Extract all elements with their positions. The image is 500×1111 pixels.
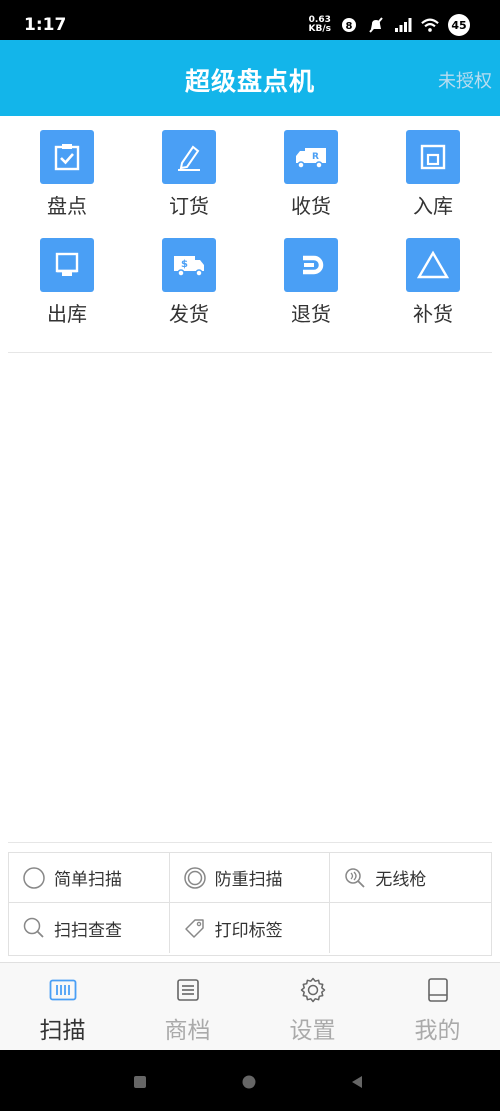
section-divider (8, 842, 492, 843)
wireless-scanner-icon (343, 866, 367, 890)
mute-bell-icon (367, 16, 385, 34)
option-label: 无线枪 (375, 870, 427, 890)
warehouse-out-icon (40, 238, 94, 292)
wifi-icon (421, 16, 439, 34)
scan-options-grid: 简单扫描 防重扫描 无线枪 扫扫查查 打印标签 (8, 852, 492, 956)
barcode-scan-icon (48, 975, 78, 1005)
nav-tab-scan[interactable]: 扫描 (0, 963, 125, 1050)
shipping-truck-icon: $ (162, 238, 216, 292)
search-icon (22, 916, 46, 940)
app-header: 超级盘点机 未授权 (0, 40, 500, 116)
function-label: 补货 (413, 302, 453, 326)
nav-tab-mine[interactable]: 我的 (375, 963, 500, 1050)
book-icon (423, 975, 453, 1005)
function-receive[interactable]: R 收货 (250, 130, 372, 228)
page-title: 超级盘点机 (184, 67, 315, 96)
nav-label: 扫描 (39, 1018, 86, 1044)
nav-tab-products[interactable]: 商档 (125, 963, 250, 1050)
network-speed: 0.63 KB/s (309, 16, 331, 34)
clipboard-check-icon (40, 130, 94, 184)
function-stock-in[interactable]: 入库 (372, 130, 494, 228)
option-dedup-scan[interactable]: 防重扫描 (169, 853, 331, 903)
bottom-navigation: 扫描 商档 设置 我的 (0, 962, 500, 1050)
svg-text:$: $ (181, 259, 188, 270)
nav-tab-settings[interactable]: 设置 (250, 963, 375, 1050)
option-empty-cell (330, 903, 491, 953)
option-simple-scan[interactable]: 简单扫描 (9, 853, 170, 903)
radio-empty-icon (22, 866, 46, 890)
function-return[interactable]: 退货 (250, 238, 372, 336)
function-grid: 盘点 订货 R 收货 入库 出库 $ 发货 退货 补货 (6, 130, 494, 336)
status-bar: 1:17 0.63 KB/s 8 45 (0, 0, 500, 40)
triangle-icon (406, 238, 460, 292)
function-ship[interactable]: $ 发货 (128, 238, 250, 336)
option-label: 防重扫描 (214, 870, 283, 890)
recent-apps-icon[interactable] (133, 1074, 147, 1093)
status-icons: 0.63 KB/s 8 45 (309, 14, 470, 36)
battery-indicator: 45 (448, 14, 470, 36)
system-navigation-bar (0, 1050, 500, 1111)
warehouse-in-icon (406, 130, 460, 184)
tag-icon (183, 916, 207, 940)
authorization-status[interactable]: 未授权 (438, 67, 492, 93)
back-icon[interactable] (350, 1074, 363, 1093)
function-replenish[interactable]: 补货 (372, 238, 494, 336)
function-stock-out[interactable]: 出库 (6, 238, 128, 336)
option-wireless-scanner[interactable]: 无线枪 (330, 853, 491, 903)
function-label: 盘点 (47, 194, 87, 218)
function-order[interactable]: 订货 (128, 130, 250, 228)
function-label: 退货 (291, 302, 331, 326)
option-scan-lookup[interactable]: 扫扫查查 (9, 903, 170, 953)
option-label: 打印标签 (214, 920, 283, 941)
option-label: 扫扫查查 (54, 920, 122, 941)
gear-icon (298, 975, 328, 1005)
svg-text:R: R (312, 152, 319, 162)
pen-icon (162, 130, 216, 184)
radio-ring-icon (183, 866, 207, 890)
nav-label: 我的 (414, 1018, 461, 1044)
function-label: 出库 (47, 302, 87, 326)
notification-icon: 8 (340, 16, 358, 34)
function-label: 收货 (291, 194, 331, 218)
nav-label: 设置 (289, 1018, 336, 1044)
option-print-label[interactable]: 打印标签 (170, 903, 331, 953)
function-stocktake[interactable]: 盘点 (6, 130, 128, 228)
return-arrow-icon (284, 238, 338, 292)
signal-icon (394, 16, 412, 34)
function-label: 发货 (169, 302, 209, 326)
nav-label: 商档 (164, 1018, 211, 1044)
section-divider (8, 352, 492, 353)
option-label: 简单扫描 (54, 870, 122, 890)
function-label: 订货 (169, 194, 209, 218)
svg-text:8: 8 (346, 21, 353, 32)
document-list-icon (173, 975, 203, 1005)
function-label: 入库 (413, 194, 453, 218)
network-speed-unit: KB/s (308, 24, 331, 34)
delivery-van-icon: R (284, 130, 338, 184)
status-time: 1:17 (24, 15, 67, 35)
home-icon[interactable] (242, 1074, 256, 1093)
